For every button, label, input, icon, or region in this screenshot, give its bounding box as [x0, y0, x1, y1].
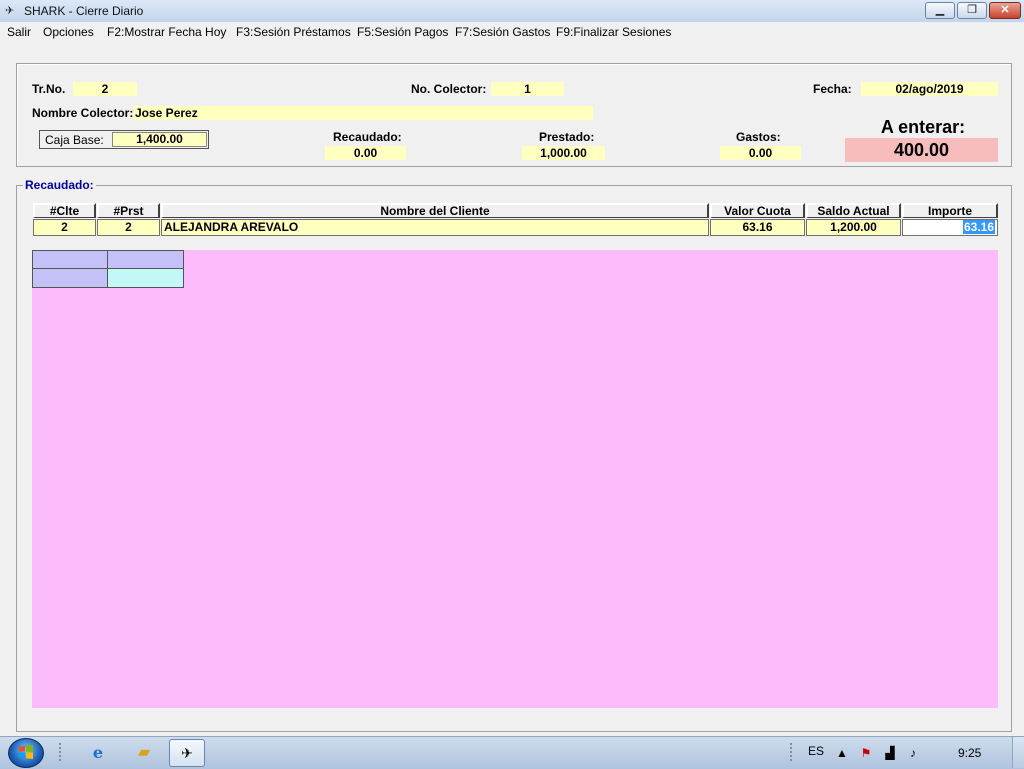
mini-grid-cell[interactable] — [32, 268, 108, 288]
title-bar: ✈ SHARK - Cierre Diario ▁ ❐ ✕ — [0, 0, 1024, 23]
show-hidden-icons-icon[interactable]: ▲ — [834, 745, 850, 761]
menu-opciones[interactable]: Opciones — [43, 25, 94, 39]
menu-f9-finalizar[interactable]: F9:Finalizar Sesiones — [556, 25, 671, 39]
col-header-valor-cuota[interactable]: Valor Cuota — [710, 203, 805, 218]
caja-base-label: Caja Base: — [45, 133, 104, 147]
minimize-button[interactable]: ▁ — [925, 2, 955, 19]
collector-no-field[interactable]: 1 — [491, 82, 564, 96]
enterar-value: 400.00 — [845, 138, 998, 162]
collector-name-label: Nombre Colector: — [32, 106, 134, 120]
mini-grid-cell[interactable] — [107, 268, 184, 288]
col-header-saldo-actual[interactable]: Saldo Actual — [806, 203, 901, 218]
col-header-clte[interactable]: #Clte — [33, 203, 96, 218]
maximize-button[interactable]: ❐ — [957, 2, 987, 19]
date-label: Fecha: — [813, 82, 852, 96]
windows-flag-icon — [19, 745, 33, 759]
network-icon[interactable]: ▟ — [882, 745, 898, 761]
payments-area[interactable] — [32, 250, 998, 708]
recaudado-group-title: Recaudado: — [23, 178, 96, 192]
menu-f5-pagos[interactable]: F5:Sesión Pagos — [357, 25, 448, 39]
cell-clte[interactable]: 2 — [33, 219, 96, 236]
window-title: SHARK - Cierre Diario — [24, 4, 144, 18]
collector-no-label: No. Colector: — [411, 82, 487, 96]
clock[interactable]: 9:25 — [958, 746, 981, 760]
mini-grid-cell[interactable] — [32, 250, 108, 269]
cell-valor-cuota[interactable]: 63.16 — [710, 219, 805, 236]
col-header-importe[interactable]: Importe — [902, 203, 998, 218]
volume-icon[interactable]: ♪ — [905, 745, 921, 761]
caja-base-box: Caja Base: 1,400.00 — [39, 130, 209, 149]
recaudado-field[interactable]: 0.00 — [325, 146, 406, 160]
folder-icon[interactable]: ▰ — [132, 742, 156, 764]
menu-salir[interactable]: Salir — [7, 25, 31, 39]
gastos-field[interactable]: 0.00 — [720, 146, 801, 160]
menu-bar: Salir Opciones F2:Mostrar Fecha Hoy F3:S… — [0, 22, 1024, 42]
menu-f2-fecha-hoy[interactable]: F2:Mostrar Fecha Hoy — [107, 25, 226, 39]
caja-base-field[interactable]: 1,400.00 — [112, 132, 207, 147]
recaudado-label: Recaudado: — [333, 130, 402, 144]
col-header-cliente[interactable]: Nombre del Cliente — [161, 203, 709, 218]
shark-app-taskbar-button[interactable]: ✈ — [169, 739, 205, 767]
prestado-label: Prestado: — [539, 130, 595, 144]
enterar-label: A enterar: — [880, 117, 966, 137]
cell-importe-input[interactable]: 63.16 — [902, 219, 998, 236]
cell-cliente[interactable]: ALEJANDRA AREVALO — [161, 219, 709, 236]
mini-grid-cell[interactable] — [107, 250, 184, 269]
collector-name-field[interactable]: Jose Perez — [133, 106, 593, 120]
menu-f3-prestamos[interactable]: F3:Sesión Préstamos — [236, 25, 351, 39]
tr-no-label: Tr.No. — [32, 82, 66, 96]
tray-grip — [790, 743, 796, 761]
prestado-field[interactable]: 1,000.00 — [522, 146, 605, 160]
cell-prst[interactable]: 2 — [97, 219, 160, 236]
menu-f7-gastos[interactable]: F7:Sesión Gastos — [455, 25, 550, 39]
cell-saldo-actual[interactable]: 1,200.00 — [806, 219, 901, 236]
gastos-label: Gastos: — [736, 130, 781, 144]
tr-no-field[interactable]: 2 — [73, 82, 137, 96]
importe-selected-text: 63.16 — [962, 220, 995, 234]
action-center-icon[interactable]: ⚑ — [858, 745, 874, 761]
col-header-prst[interactable]: #Prst — [97, 203, 160, 218]
date-field[interactable]: 02/ago/2019 — [861, 82, 998, 96]
language-indicator[interactable]: ES — [808, 744, 824, 758]
taskbar-grip — [59, 743, 65, 761]
app-fish-icon[interactable]: ✈ — [5, 5, 19, 17]
ie-icon[interactable]: e — [86, 742, 110, 764]
close-button[interactable]: ✕ — [989, 2, 1021, 19]
shark-app-icon: ✈ — [181, 745, 193, 761]
show-desktop-button[interactable] — [1012, 737, 1024, 768]
